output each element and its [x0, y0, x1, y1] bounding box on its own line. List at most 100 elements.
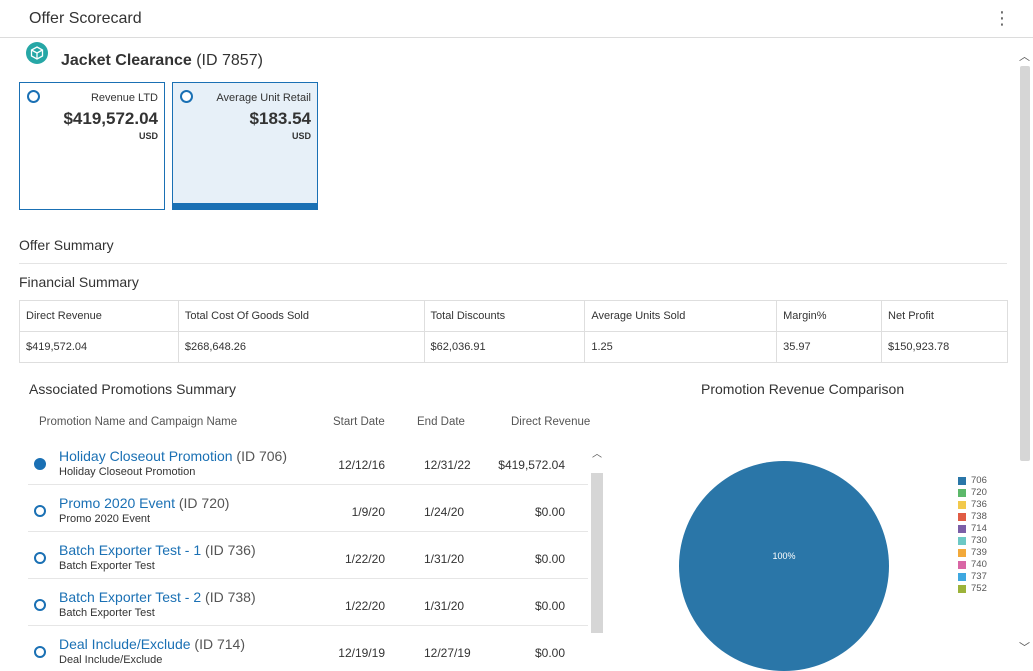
cell-total-discounts: $62,036.91 — [423, 331, 586, 363]
col-header-end-date: End Date — [417, 416, 465, 428]
list-item[interactable]: Batch Exporter Test - 1 (ID 736) Batch E… — [28, 533, 588, 579]
pie-slice-706[interactable] — [679, 461, 889, 671]
start-date: 1/22/20 — [344, 599, 385, 613]
scrollbar-thumb[interactable] — [1020, 66, 1030, 461]
legend-item-738: 738 — [958, 511, 987, 523]
legend-swatch — [958, 561, 966, 569]
list-item[interactable]: Batch Exporter Test - 2 (ID 738) Batch E… — [28, 580, 588, 626]
cell-direct-revenue: $419,572.04 — [19, 331, 179, 363]
legend-label: 730 — [971, 535, 987, 546]
col-header-promotion-name: Promotion Name and Campaign Name — [39, 416, 238, 428]
legend-swatch — [958, 549, 966, 557]
table-row: $419,572.04 $268,648.26 $62,036.91 1.25 … — [19, 331, 1008, 363]
row-radio[interactable] — [34, 552, 46, 564]
tile-label: Revenue LTD — [90, 92, 158, 104]
cell-margin: 35.97 — [776, 331, 883, 363]
header-net-profit: Net Profit — [881, 300, 1008, 332]
legend-label: 739 — [971, 547, 987, 558]
legend-swatch — [958, 513, 966, 521]
page-scrollbar[interactable]: ︿ ﹀ — [1016, 38, 1033, 665]
legend-swatch — [958, 477, 966, 485]
chart-legend: 706 720 736 738 714 730 739 740 737 752 — [958, 475, 987, 595]
tile-unit: USD — [138, 131, 158, 141]
pie-slice-label: 100% — [772, 551, 795, 561]
legend-label: 706 — [971, 475, 987, 486]
kebab-menu-icon[interactable]: ⋮ — [993, 9, 1011, 27]
tile-label: Average Unit Retail — [216, 92, 311, 104]
scroll-up-icon[interactable]: ︿ — [1019, 48, 1030, 64]
campaign-name: Deal Include/Exclude — [59, 654, 163, 665]
col-header-start-date: Start Date — [333, 416, 385, 428]
campaign-name: Promo 2020 Event — [59, 513, 151, 525]
row-radio[interactable] — [34, 646, 46, 658]
promotion-link[interactable]: Deal Include/Exclude (ID 714) — [59, 636, 245, 652]
end-date: 12/31/22 — [424, 458, 471, 472]
list-item[interactable]: Holiday Closeout Promotion (ID 706) Holi… — [28, 439, 588, 485]
list-scrollbar-thumb[interactable] — [591, 473, 603, 633]
legend-swatch — [958, 489, 966, 497]
offer-id: (ID 7857) — [196, 52, 263, 69]
legend-label: 736 — [971, 499, 987, 510]
tile-selected-bar — [173, 203, 317, 209]
page-title: Offer Scorecard — [29, 10, 142, 27]
header-average-units-sold: Average Units Sold — [584, 300, 778, 332]
promotion-revenue-pie: 100% — [679, 461, 889, 671]
legend-item-730: 730 — [958, 535, 987, 547]
promotions-list: Holiday Closeout Promotion (ID 706) Holi… — [28, 439, 604, 665]
list-item[interactable]: Promo 2020 Event (ID 720) Promo 2020 Eve… — [28, 486, 588, 532]
legend-item-740: 740 — [958, 559, 987, 571]
campaign-name: Holiday Closeout Promotion — [59, 466, 196, 478]
tile-revenue-ltd[interactable]: Revenue LTD $419,572.04 USD — [19, 82, 165, 210]
end-date: 12/27/19 — [424, 646, 471, 660]
cell-net-profit: $150,923.78 — [881, 331, 1008, 363]
legend-label: 714 — [971, 523, 987, 534]
legend-swatch — [958, 525, 966, 533]
tile-value: $419,572.04 — [63, 109, 158, 128]
legend-swatch — [958, 573, 966, 581]
financial-summary-table: Direct Revenue Total Cost Of Goods Sold … — [19, 300, 1008, 363]
offer-summary-title: Offer Summary — [19, 237, 114, 253]
direct-revenue: $0.00 — [534, 646, 565, 660]
direct-revenue: $0.00 — [534, 599, 565, 613]
start-date: 1/22/20 — [344, 552, 385, 566]
chart-title: Promotion Revenue Comparison — [701, 381, 905, 397]
legend-label: 738 — [971, 511, 987, 522]
row-radio[interactable] — [34, 599, 46, 611]
end-date: 1/24/20 — [424, 505, 465, 519]
legend-item-714: 714 — [958, 523, 987, 535]
start-date: 12/19/19 — [338, 646, 385, 660]
financial-summary-title: Financial Summary — [19, 274, 139, 290]
promotion-link[interactable]: Promo 2020 Event (ID 720) — [59, 495, 229, 511]
legend-label: 737 — [971, 571, 987, 582]
tile-radio[interactable] — [180, 90, 193, 103]
list-scroll-up-icon[interactable]: ︿ — [592, 445, 602, 460]
promotions-scrollbar[interactable]: ︿ — [590, 439, 604, 665]
promotion-link[interactable]: Batch Exporter Test - 2 (ID 738) — [59, 589, 256, 605]
col-header-direct-revenue: Direct Revenue — [511, 416, 591, 428]
page-header: Offer Scorecard ⋮ — [0, 0, 1033, 38]
legend-item-720: 720 — [958, 487, 987, 499]
scroll-down-icon[interactable]: ﹀ — [1019, 639, 1030, 655]
offer-name: Jacket Clearance — [61, 52, 192, 69]
campaign-name: Batch Exporter Test — [59, 560, 155, 572]
list-item[interactable]: Deal Include/Exclude (ID 714) Deal Inclu… — [28, 627, 588, 665]
row-radio[interactable] — [34, 505, 46, 517]
direct-revenue: $419,572.04 — [498, 458, 565, 472]
promotions-summary-title: Associated Promotions Summary — [29, 381, 236, 397]
legend-swatch — [958, 501, 966, 509]
offer-title: Jacket Clearance (ID 7857) — [61, 52, 263, 70]
tile-value: $183.54 — [249, 109, 311, 128]
tile-radio[interactable] — [27, 90, 40, 103]
start-date: 1/9/20 — [351, 505, 385, 519]
promotion-link[interactable]: Batch Exporter Test - 1 (ID 736) — [59, 542, 256, 558]
divider — [19, 263, 1007, 264]
header-total-cogs: Total Cost Of Goods Sold — [177, 300, 425, 332]
row-radio-selected[interactable] — [34, 458, 46, 470]
legend-label: 752 — [971, 583, 987, 594]
legend-item-706: 706 — [958, 475, 987, 487]
legend-item-752: 752 — [958, 583, 987, 595]
promotion-link[interactable]: Holiday Closeout Promotion (ID 706) — [59, 448, 287, 464]
legend-item-736: 736 — [958, 499, 987, 511]
header-margin: Margin% — [776, 300, 883, 332]
tile-average-unit-retail[interactable]: Average Unit Retail $183.54 USD — [172, 82, 318, 210]
